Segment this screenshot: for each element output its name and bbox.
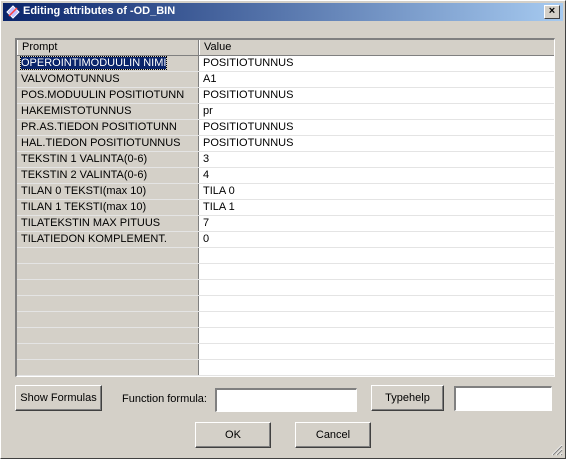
app-icon <box>6 5 20 19</box>
table-row-empty[interactable] <box>17 360 554 376</box>
prompt-text: POS.MODUULIN POSITIOTUNN <box>21 89 185 101</box>
prompt-cell[interactable] <box>17 312 199 327</box>
prompt-cell[interactable]: TILATIEDON KOMPLEMENT. <box>17 232 199 247</box>
prompt-text: TILATIEDON KOMPLEMENT. <box>21 233 167 245</box>
value-cell[interactable]: POSITIOTUNNUS <box>199 120 554 135</box>
prompt-cell[interactable]: POS.MODUULIN POSITIOTUNN <box>17 88 199 103</box>
grid-rows: OPEROINTIMODUULIN NIMI POSITIOTUNNUS VALVO… <box>17 56 554 377</box>
prompt-cell[interactable]: OPEROINTIMODUULIN NIMI <box>17 56 199 71</box>
value-cell[interactable]: POSITIOTUNNUS <box>199 88 554 103</box>
ok-button[interactable]: OK <box>195 422 271 448</box>
table-row-empty[interactable] <box>17 296 554 312</box>
table-row[interactable]: TILATEKSTIN MAX PITUUS 7 <box>17 216 554 232</box>
cancel-button[interactable]: Cancel <box>295 422 371 448</box>
table-row[interactable]: TEKSTIN 2 VALINTA(0-6) 4 <box>17 168 554 184</box>
attributes-grid: Prompt Value OPEROINTIMODUULIN NIMI POSIT… <box>15 38 555 377</box>
value-cell[interactable] <box>199 344 554 359</box>
prompt-cell[interactable] <box>17 328 199 343</box>
prompt-text: TILAN 1 TEKSTI(max 10) <box>21 201 147 213</box>
table-row-empty[interactable] <box>17 264 554 280</box>
prompt-text: TILAN 0 TEKSTI(max 10) <box>21 185 147 197</box>
table-row-empty[interactable] <box>17 312 554 328</box>
prompt-cell[interactable] <box>17 360 199 375</box>
prompt-cell[interactable] <box>17 296 199 311</box>
table-row[interactable]: TILAN 0 TEKSTI(max 10) TILA 0 <box>17 184 554 200</box>
value-cell[interactable] <box>199 248 554 263</box>
prompt-cell[interactable] <box>17 280 199 295</box>
prompt-cell[interactable]: HAL.TIEDON POSITIOTUNNUS <box>17 136 199 151</box>
table-row-empty[interactable] <box>17 248 554 264</box>
prompt-cell[interactable] <box>17 376 199 377</box>
table-row[interactable]: TILATIEDON KOMPLEMENT. 0 <box>17 232 554 248</box>
value-cell[interactable]: TILA 1 <box>199 200 554 215</box>
close-icon: × <box>548 5 556 17</box>
function-formula-input[interactable] <box>215 388 357 412</box>
value-cell[interactable] <box>199 264 554 279</box>
prompt-text: TEKSTIN 1 VALINTA(0-6) <box>21 153 148 165</box>
table-row-empty[interactable] <box>17 344 554 360</box>
value-cell[interactable] <box>199 312 554 327</box>
prompt-text: VALVOMOTUNNUS <box>21 73 120 85</box>
value-cell[interactable] <box>199 360 554 375</box>
table-row-empty[interactable] <box>17 376 554 377</box>
value-cell[interactable]: POSITIOTUNNUS <box>199 56 554 71</box>
prompt-cell[interactable]: TILAN 0 TEKSTI(max 10) <box>17 184 199 199</box>
prompt-cell[interactable] <box>17 248 199 263</box>
table-row[interactable]: TILAN 1 TEKSTI(max 10) TILA 1 <box>17 200 554 216</box>
prompt-cell[interactable]: TEKSTIN 1 VALINTA(0-6) <box>17 152 199 167</box>
typehelp-button[interactable]: Typehelp <box>371 385 444 411</box>
table-row[interactable]: OPEROINTIMODUULIN NIMI POSITIOTUNNUS <box>17 56 554 72</box>
table-row[interactable]: TEKSTIN 1 VALINTA(0-6) 3 <box>17 152 554 168</box>
show-formulas-button[interactable]: Show Formulas <box>15 385 102 411</box>
prompt-text: PR.AS.TIEDON POSITIOTUNN <box>21 121 177 133</box>
dialog-window: Editing attributes of -OD_BIN × Prompt V… <box>0 0 566 459</box>
table-row[interactable]: HAKEMISTOTUNNUS pr <box>17 104 554 120</box>
value-cell[interactable]: pr <box>199 104 554 119</box>
title-bar[interactable]: Editing attributes of -OD_BIN × <box>3 3 563 21</box>
prompt-cell[interactable]: VALVOMOTUNNUS <box>17 72 199 87</box>
function-formula-label: Function formula: <box>122 393 207 405</box>
typehelp-input[interactable] <box>454 386 552 411</box>
table-row[interactable]: POS.MODUULIN POSITIOTUNN POSITIOTUNNUS <box>17 88 554 104</box>
prompt-cell[interactable]: TILAN 1 TEKSTI(max 10) <box>17 200 199 215</box>
close-button[interactable]: × <box>544 5 560 19</box>
prompt-text: TILATEKSTIN MAX PITUUS <box>21 217 161 229</box>
column-header-prompt[interactable]: Prompt <box>17 40 199 55</box>
table-row-empty[interactable] <box>17 328 554 344</box>
grid-header: Prompt Value <box>17 40 554 56</box>
table-row[interactable]: HAL.TIEDON POSITIOTUNNUS POSITIOTUNNUS <box>17 136 554 152</box>
value-cell[interactable]: A1 <box>199 72 554 87</box>
prompt-cell[interactable]: HAKEMISTOTUNNUS <box>17 104 199 119</box>
prompt-cell[interactable] <box>17 344 199 359</box>
prompt-text: HAKEMISTOTUNNUS <box>21 105 132 117</box>
prompt-text: HAL.TIEDON POSITIOTUNNUS <box>21 137 181 149</box>
table-row[interactable]: VALVOMOTUNNUS A1 <box>17 72 554 88</box>
resize-grip-icon[interactable] <box>551 444 563 456</box>
prompt-cell[interactable]: TEKSTIN 2 VALINTA(0-6) <box>17 168 199 183</box>
value-cell[interactable] <box>199 376 554 377</box>
prompt-cell[interactable]: PR.AS.TIEDON POSITIOTUNN <box>17 120 199 135</box>
value-cell[interactable]: 7 <box>199 216 554 231</box>
column-header-value[interactable]: Value <box>199 40 554 55</box>
prompt-cell[interactable] <box>17 264 199 279</box>
prompt-text: TEKSTIN 2 VALINTA(0-6) <box>21 169 148 181</box>
prompt-cell[interactable]: TILATEKSTIN MAX PITUUS <box>17 216 199 231</box>
value-cell[interactable]: 3 <box>199 152 554 167</box>
value-cell[interactable]: 0 <box>199 232 554 247</box>
value-cell[interactable] <box>199 328 554 343</box>
value-cell[interactable]: TILA 0 <box>199 184 554 199</box>
value-cell[interactable]: POSITIOTUNNUS <box>199 136 554 151</box>
value-cell[interactable] <box>199 280 554 295</box>
table-row-empty[interactable] <box>17 280 554 296</box>
window-title: Editing attributes of -OD_BIN <box>23 5 176 17</box>
table-row[interactable]: PR.AS.TIEDON POSITIOTUNN POSITIOTUNNUS <box>17 120 554 136</box>
value-cell[interactable]: 4 <box>199 168 554 183</box>
prompt-text: OPEROINTIMODUULIN NIMI <box>19 56 168 70</box>
value-cell[interactable] <box>199 296 554 311</box>
